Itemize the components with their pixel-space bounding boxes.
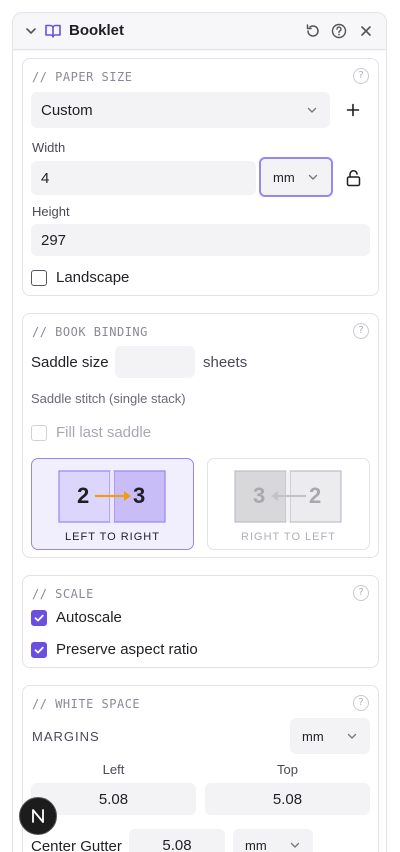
app-logo-button[interactable] — [19, 797, 57, 835]
preserve-aspect-label: Preserve aspect ratio — [56, 641, 198, 658]
chevron-down-icon — [307, 107, 317, 113]
landscape-label: Landscape — [56, 269, 130, 286]
autoscale-label: Autoscale — [56, 609, 122, 626]
width-unit-select[interactable]: mm — [259, 157, 333, 197]
help-icon[interactable]: ? — [353, 585, 369, 601]
margins-unit-value: mm — [302, 728, 324, 744]
rtl-right-page: 2 — [309, 483, 322, 508]
top-margin-label: Top — [277, 762, 298, 777]
unlock-icon[interactable] — [345, 169, 362, 187]
height-input[interactable]: 297 — [31, 224, 370, 256]
center-gutter-value: 5.08 — [162, 836, 192, 852]
top-margin-value: 5.08 — [272, 790, 303, 808]
top-margin-input[interactable]: 5.08 — [205, 783, 370, 815]
section-title: // BOOK BINDING — [32, 325, 148, 339]
section-title: // PAPER SIZE — [32, 70, 133, 84]
saddle-size-label: Saddle size — [31, 354, 109, 371]
margins-unit-select[interactable]: mm — [290, 718, 370, 754]
panel-title: Booklet — [69, 22, 125, 39]
panel-body: // PAPER SIZE ? Custom Width 4 mm Height… — [13, 51, 386, 852]
chevron-down-icon — [290, 842, 300, 848]
help-icon[interactable]: ? — [353, 68, 369, 84]
check-icon — [34, 646, 44, 654]
fill-last-saddle-checkbox[interactable] — [31, 425, 47, 441]
width-label: Width — [32, 140, 66, 155]
paper-preset-value: Custom — [41, 101, 93, 119]
center-gutter-input[interactable]: 5.08 — [129, 829, 225, 852]
paper-preset-select[interactable]: Custom — [31, 92, 330, 128]
white-space-section: // WHITE SPACE ? MARGINS mm Left Top 5.0… — [22, 685, 379, 852]
book-open-icon — [45, 24, 61, 38]
chevron-down-icon — [347, 733, 357, 739]
ltr-right-page: 3 — [133, 483, 146, 508]
scale-section: // SCALE ? Autoscale Preserve aspect rat… — [22, 575, 379, 668]
right-to-left-option[interactable]: 3 2 RIGHT TO LEFT — [207, 458, 370, 550]
left-to-right-option[interactable]: 2 3 LEFT TO RIGHT — [31, 458, 194, 550]
stitch-note: Saddle stitch (single stack) — [31, 391, 186, 406]
ltr-left-page: 2 — [77, 483, 90, 508]
height-label: Height — [32, 204, 70, 219]
height-value: 297 — [41, 231, 67, 249]
preserve-aspect-checkbox[interactable] — [31, 642, 47, 658]
left-margin-value: 5.08 — [98, 790, 129, 808]
help-icon[interactable]: ? — [353, 323, 369, 339]
ltr-label: LEFT TO RIGHT — [65, 531, 160, 543]
section-title: // SCALE — [32, 587, 94, 601]
book-binding-section: // BOOK BINDING ? Saddle size sheets Sad… — [22, 313, 379, 558]
n-logo-icon — [32, 809, 44, 823]
fill-last-saddle-label: Fill last saddle — [56, 424, 152, 441]
saddle-size-input[interactable] — [115, 346, 195, 378]
width-unit-value: mm — [273, 169, 295, 185]
chevron-down-icon[interactable] — [23, 23, 39, 39]
gutter-unit-value: mm — [245, 837, 267, 852]
sheets-label: sheets — [203, 354, 248, 371]
rtl-left-page: 3 — [253, 483, 266, 508]
reset-icon[interactable] — [304, 22, 322, 40]
section-title: // WHITE SPACE — [32, 697, 141, 711]
left-to-right-illustration — [58, 470, 166, 523]
close-icon[interactable] — [357, 22, 375, 40]
booklet-panel: Booklet // PAPER SIZE ? Custom Width 4 m… — [12, 12, 387, 852]
chevron-down-icon — [308, 174, 318, 180]
width-value: 4 — [41, 169, 50, 187]
paper-size-section: // PAPER SIZE ? Custom Width 4 mm Height… — [22, 58, 379, 296]
landscape-checkbox[interactable] — [31, 270, 47, 286]
add-preset-icon[interactable] — [346, 103, 360, 117]
center-gutter-label: Center Gutter — [31, 838, 122, 852]
left-margin-label: Left — [102, 762, 125, 777]
gutter-unit-select[interactable]: mm — [233, 829, 313, 852]
width-input[interactable]: 4 — [31, 161, 256, 195]
autoscale-checkbox[interactable] — [31, 610, 47, 626]
help-icon[interactable]: ? — [353, 695, 369, 711]
check-icon — [34, 614, 44, 622]
help-circle-icon[interactable] — [330, 22, 348, 40]
right-to-left-illustration — [234, 470, 342, 523]
rtl-label: RIGHT TO LEFT — [241, 531, 336, 543]
margins-label: MARGINS — [32, 729, 100, 744]
panel-header[interactable]: Booklet — [13, 13, 386, 50]
